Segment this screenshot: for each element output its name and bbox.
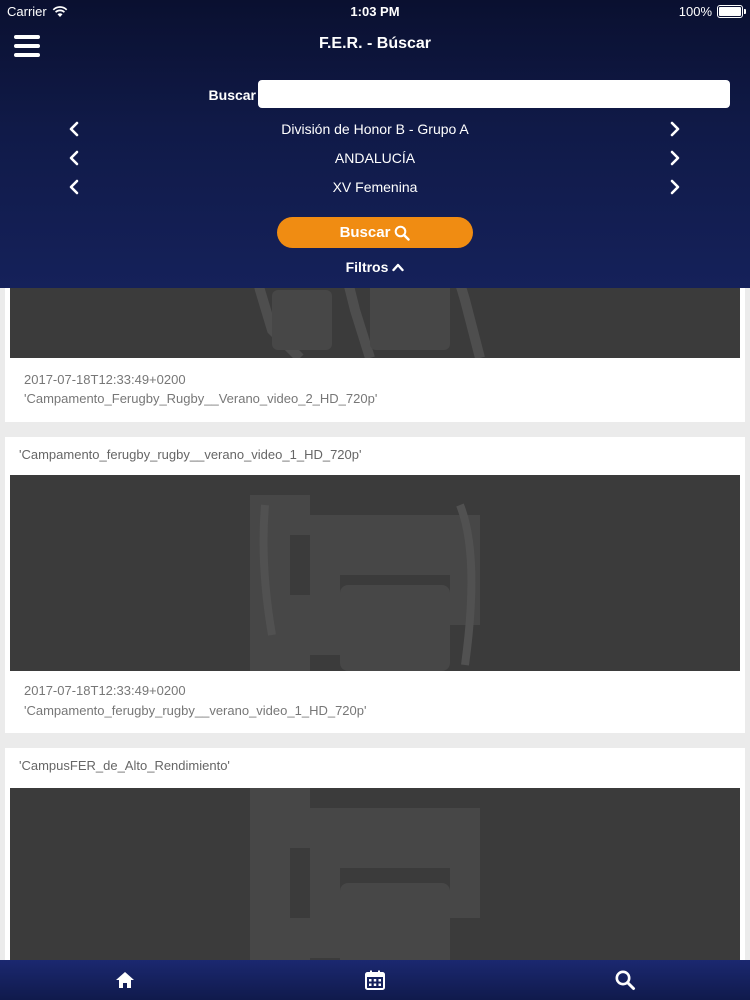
nav-bar: F.E.R. - Búscar [0,22,750,72]
video-thumbnail[interactable] [10,788,740,978]
division-selector: División de Honor B - Grupo A [0,116,750,142]
chevron-right-icon[interactable] [665,119,685,139]
category-value: XV Femenina [332,179,418,195]
rugby-logo-watermark [250,495,480,671]
result-card: 'Campamento_ferugby_rugby__verano_video_… [5,437,745,733]
filters-toggle[interactable]: Filtros [0,259,750,275]
calendar-icon[interactable] [364,969,386,991]
status-bar: Carrier 1:03 PM 100% [0,0,750,22]
search-input[interactable] [258,80,730,108]
region-value: ANDALUCÍA [334,150,416,166]
search-button[interactable]: Buscar [277,217,473,248]
search-button-label: Buscar [339,224,391,241]
search-icon[interactable] [614,969,636,991]
battery-icon [717,5,746,18]
result-subtitle: 'Campamento_Ferugby_Rugby__Verano_video_… [24,391,378,406]
chevron-right-icon[interactable] [665,148,685,168]
status-time: 1:03 PM [350,4,400,19]
chevron-right-icon[interactable] [665,177,685,197]
search-icon [395,225,411,241]
header: Carrier 1:03 PM 100% F.E.R. - Búscar Bus… [0,0,750,288]
page-title: F.E.R. - Búscar [318,35,432,52]
video-thumbnail[interactable] [10,475,740,671]
result-title: 'Campamento_ferugby_rugby__verano_video_… [19,447,362,462]
result-subtitle: 'Campamento_ferugby_rugby__verano_video_… [24,703,367,718]
result-date: 2017-07-18T12:33:49+0200 [24,683,186,698]
result-card: 'CampusFER_de_Alto_Rendimiento' [5,748,745,978]
chevron-up-icon [392,263,405,272]
rugby-logo-watermark [250,788,480,978]
tab-bar [0,960,750,1000]
search-row: Buscar [0,80,750,108]
filters-label: Filtros [345,259,389,275]
home-icon[interactable] [114,969,136,991]
result-date: 2017-07-18T12:33:49+0200 [24,372,186,387]
category-selector: XV Femenina [0,174,750,200]
result-title: 'CampusFER_de_Alto_Rendimiento' [19,758,230,773]
region-selector: ANDALUCÍA [0,145,750,171]
search-label: Buscar [208,87,256,103]
division-value: División de Honor B - Grupo A [281,121,469,137]
battery-percent: 100% [678,4,712,19]
